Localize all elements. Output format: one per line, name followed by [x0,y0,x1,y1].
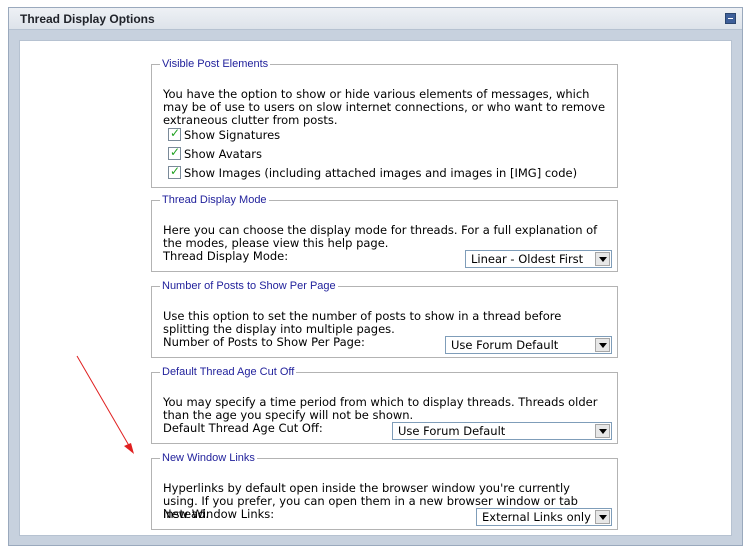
annotation-arrow-line [76,355,132,450]
annotation-arrow-head [124,443,134,454]
red-arrow-annotation-icon [76,355,134,454]
